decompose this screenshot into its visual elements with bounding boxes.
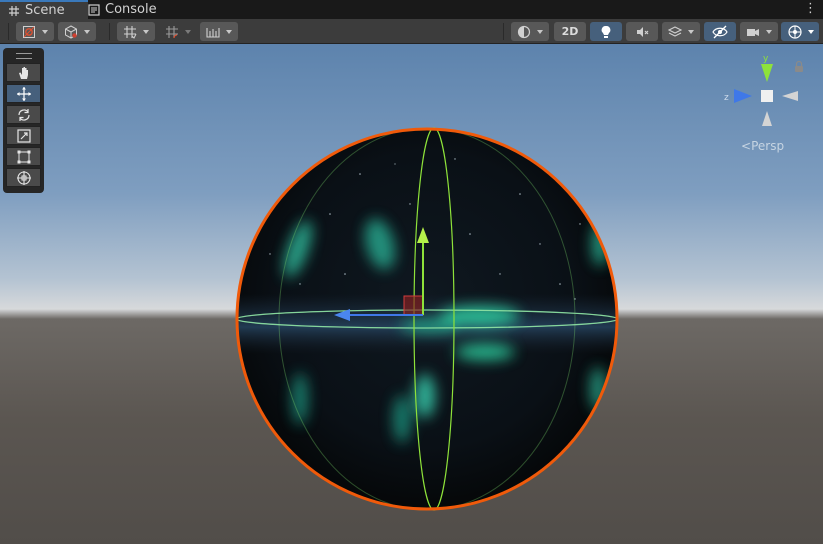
y-axis-cone[interactable]: y — [761, 54, 773, 82]
tab-console[interactable]: Console — [84, 0, 178, 19]
chevron-down-icon — [143, 29, 149, 34]
mute-icon — [635, 25, 649, 39]
scene-toolbar: 2D — [0, 19, 823, 44]
transform-tool[interactable] — [6, 168, 41, 187]
grid-icon — [8, 5, 20, 17]
svg-text:y: y — [763, 54, 769, 64]
cube-icon — [64, 24, 78, 39]
svg-text:z: z — [724, 93, 729, 103]
ruler-icon — [206, 25, 220, 39]
grid-snap-dropdown[interactable] — [117, 22, 155, 41]
transform-icon — [16, 170, 32, 186]
2d-toggle[interactable]: 2D — [554, 22, 586, 41]
draw-mode-dropdown[interactable] — [16, 22, 54, 41]
toolbar-divider — [503, 23, 504, 40]
rect-tool[interactable] — [6, 147, 41, 166]
2d-toggle-label: 2D — [561, 25, 579, 38]
grid-visibility-dropdown[interactable] — [200, 22, 238, 41]
scale-tool[interactable] — [6, 126, 41, 145]
neg-y-axis-cone[interactable] — [762, 111, 772, 126]
chevron-down-icon — [84, 29, 90, 34]
chevron-down-icon — [185, 29, 191, 34]
rotate-icon — [16, 107, 32, 123]
lighting-toggle[interactable] — [590, 22, 622, 41]
neg-x-axis-cone[interactable] — [782, 91, 798, 101]
tab-scene[interactable]: Scene — [0, 0, 88, 19]
audio-toggle[interactable] — [626, 22, 658, 41]
light-bulb-icon — [600, 25, 612, 39]
shading-icon — [22, 25, 36, 39]
tools-overlay — [3, 48, 44, 193]
drag-handle[interactable] — [16, 53, 32, 59]
tab-label: Scene — [25, 3, 65, 18]
layers-icon — [668, 25, 682, 39]
shading-mode-dropdown[interactable] — [511, 22, 549, 41]
chevron-down-icon — [42, 29, 48, 34]
chevron-down-icon — [226, 29, 232, 34]
move-arrows-icon — [16, 86, 32, 102]
view-tool[interactable] — [6, 63, 41, 82]
projection-icon: < — [741, 139, 752, 153]
skybox-sphere[interactable] — [0, 44, 823, 544]
console-icon — [88, 3, 100, 16]
sphere-shading-icon — [517, 25, 531, 39]
grid-snap-icon — [123, 25, 137, 39]
chevron-down-icon — [766, 29, 772, 34]
move-gizmo-plane-handle[interactable] — [403, 295, 424, 316]
x-axis-cone[interactable]: z — [724, 89, 752, 103]
eye-off-icon — [712, 25, 728, 39]
chevron-down-icon — [537, 29, 543, 34]
gizmos-dropdown[interactable] — [781, 22, 819, 41]
chevron-down-icon — [688, 29, 694, 34]
projection-text: Persp — [751, 139, 785, 153]
camera-dropdown[interactable] — [740, 22, 778, 41]
hidden-objects-toggle[interactable] — [704, 22, 736, 41]
kebab-menu-icon[interactable]: ⋮ — [804, 2, 817, 16]
effects-dropdown[interactable] — [662, 22, 700, 41]
lock-icon[interactable] — [795, 60, 803, 73]
increment-snap-icon — [165, 25, 179, 39]
tab-bar: Scene Console ⋮ — [0, 0, 823, 19]
toolbar-divider — [8, 23, 9, 40]
scale-icon — [16, 128, 32, 144]
hand-icon — [16, 65, 32, 81]
move-tool[interactable] — [6, 84, 41, 103]
increment-snap-dropdown[interactable] — [160, 22, 196, 41]
tab-label: Console — [105, 2, 157, 17]
gizmo-icon — [787, 24, 803, 40]
render-mode-dropdown[interactable] — [58, 22, 96, 41]
rect-transform-icon — [16, 149, 32, 165]
camera-icon — [746, 26, 760, 38]
gizmo-center-cube[interactable] — [761, 90, 773, 102]
chevron-down-icon — [807, 29, 814, 34]
projection-label[interactable]: <Persp — [741, 139, 784, 153]
scene-viewport[interactable]: y z <Persp — [0, 44, 823, 544]
toolbar-divider — [109, 23, 110, 40]
rotate-tool[interactable] — [6, 105, 41, 124]
